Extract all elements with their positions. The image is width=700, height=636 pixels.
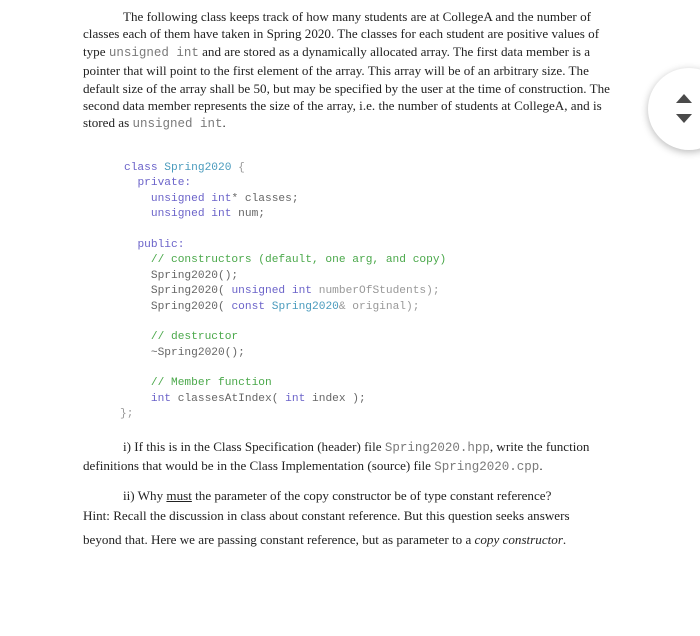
class-name: Spring2020 [164,162,232,174]
code-line-public: public: [124,238,446,253]
ctor3-param: & original); [338,300,420,313]
intro-paragraph: The following class keeps track of how m… [83,8,613,134]
copy-constructor-emphasis: copy constructor [474,532,563,547]
mf-param-type: int [285,392,306,405]
q2-text-d: . [562,532,567,547]
code-line-dtor: ~Spring2020(); [124,346,446,361]
ctor-default: Spring2020(); [150,269,239,282]
ctor3-name: Spring2020( [150,300,232,313]
question-1: i) If this is in the Class Specification… [83,438,623,477]
code-line-class: class Spring2020 { [124,161,446,176]
member2-name: num; [231,208,266,221]
triangle-up-icon[interactable] [676,94,692,103]
q2-text-b: the parameter of the copy constructor be… [191,488,552,503]
header-filename: Spring2020.hpp [384,441,490,455]
hint-text: Hint: Recall the discussion in class abo… [83,508,570,523]
q2-text-a: ii) Why [123,488,167,503]
member1-name: * classes; [231,192,299,205]
code-line-ctor2: Spring2020( unsigned int numberOfStudent… [124,284,446,299]
q1-text-a: i) If this is in the Class Specification… [123,439,385,454]
code-line-member2: unsigned int num; [124,207,446,222]
type-unsigned-int: unsigned int [108,45,199,60]
member-function-comment: // Member function [150,377,272,390]
hint-line: Hint: Recall the discussion in class abo… [83,506,623,526]
q1-text-c: . [539,458,543,474]
code-line-private: private: [124,176,446,191]
code-line-ctor3: Spring2020( const Spring2020& original); [124,300,446,315]
question-2: ii) Why must the parameter of the copy c… [83,486,623,550]
ctor2-param: numberOfStudents); [312,285,440,298]
code-line-blank2 [124,315,446,330]
mf-param: index ); [305,392,366,405]
keyword-class: class [124,162,158,174]
mf-return-type: int [150,392,172,405]
ctor2-name: Spring2020( [150,285,232,298]
page-navigation-button[interactable] [648,68,700,150]
must-emphasis: must [166,488,192,503]
mf-name: classesAtIndex( [171,392,286,405]
code-line-member-function: int classesAtIndex( int index ); [124,392,446,407]
ctor3-type: Spring2020 [265,300,339,313]
ctor2-type: unsigned int [231,285,313,298]
ctor-comment: // constructors (default, one arg, and c… [150,254,447,267]
source-filename: Spring2020.cpp [434,460,540,475]
code-line-close: }; [120,408,134,421]
intro-text-3: . [222,115,226,131]
code-line-member-comment: // Member function [124,376,446,391]
dtor-comment: // destructor [150,331,239,344]
open-brace: { [231,162,245,174]
triangle-down-icon[interactable] [676,114,692,123]
public-label: public: [137,238,185,251]
q2-last-line: beyond that. Here we are passing constan… [83,530,623,550]
member2-type: unsigned int [150,208,232,221]
ctor3-const: const [231,300,266,313]
q2-text-c: beyond that. Here we are passing constan… [83,532,475,547]
code-line-dtor-comment: // destructor [124,330,446,345]
code-block: class Spring2020 { private: unsigned int… [120,161,446,423]
member1-type: unsigned int [150,192,232,205]
code-line-blank3 [124,361,446,376]
type-unsigned-int-2: unsigned int [132,117,223,132]
private-label: private: [137,177,192,190]
dtor: ~Spring2020(); [150,346,245,359]
code-line-member1: unsigned int* classes; [124,192,446,207]
code-line-ctor1: Spring2020(); [124,269,446,284]
code-line-ctor-comment: // constructors (default, one arg, and c… [124,253,446,268]
